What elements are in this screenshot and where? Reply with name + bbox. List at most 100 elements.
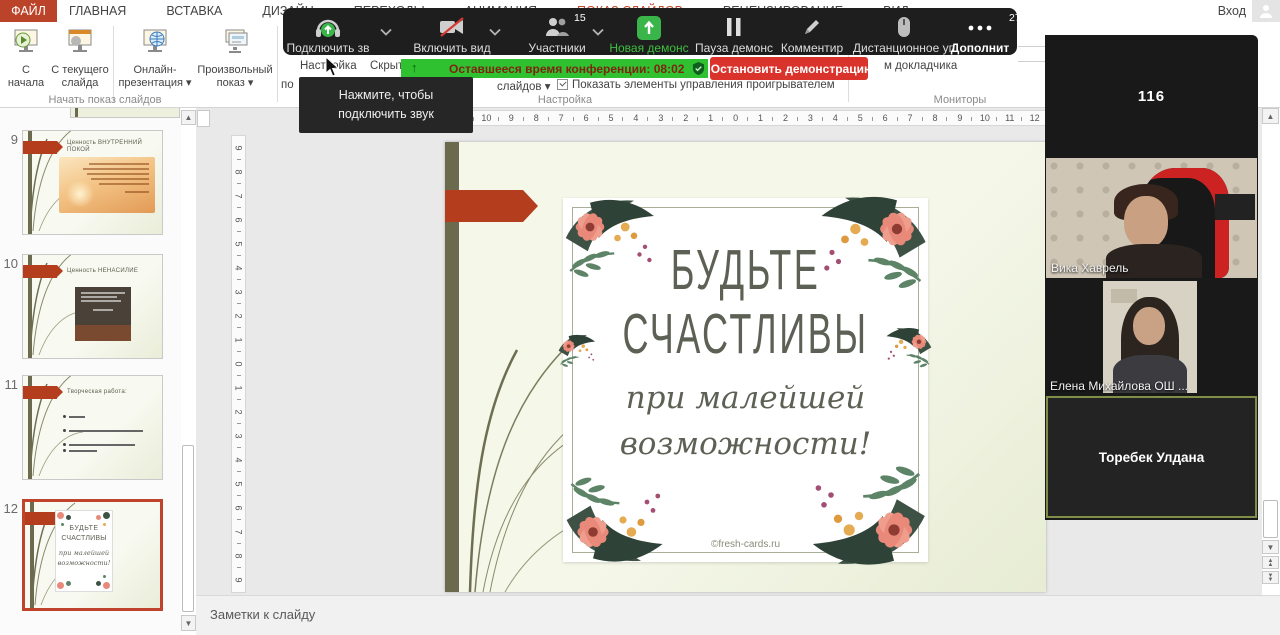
hruler-mark: 6 bbox=[873, 111, 898, 125]
main-scrollbar-thumb[interactable] bbox=[1263, 500, 1278, 538]
zoom-join-audio-label: Подключить зв bbox=[286, 41, 369, 55]
vruler-mark: 9 bbox=[232, 136, 245, 160]
mouse-icon bbox=[897, 16, 911, 41]
setup-show-button[interactable]: Настройка bbox=[300, 60, 357, 72]
account-avatar[interactable] bbox=[1252, 0, 1280, 22]
main-scroll-down-button[interactable]: ▼ bbox=[1262, 540, 1279, 554]
thumb-title: Ценность НЕНАСИЛИЕ bbox=[67, 268, 159, 275]
hruler-mark: 5 bbox=[848, 111, 873, 125]
ribbon-button-с-текущего[interactable]: С текущегослайда bbox=[48, 26, 112, 90]
thumbs-scroll-down-button[interactable]: ▼ bbox=[181, 615, 196, 631]
tab-вставка[interactable]: ВСТАВКА bbox=[156, 0, 232, 22]
next-slide-button[interactable]: ▼▼ bbox=[1262, 571, 1279, 584]
shield-check-icon bbox=[692, 62, 705, 75]
custom-screen-icon bbox=[194, 28, 276, 60]
presenter-mode-label-part[interactable]: м докладчика bbox=[884, 60, 957, 72]
thumb-photo bbox=[59, 157, 155, 213]
vruler-mark: 6 bbox=[232, 496, 245, 520]
hruler-mark: 2 bbox=[773, 111, 798, 125]
thumb-bullet bbox=[69, 444, 135, 446]
zoom-more-label: Дополнит bbox=[951, 41, 1009, 55]
hruler-mark: 2 bbox=[673, 111, 698, 125]
hruler-mark: 3 bbox=[648, 111, 673, 125]
hruler-mark: 10 bbox=[972, 111, 997, 125]
chevron-down-icon[interactable] bbox=[380, 25, 392, 39]
player-controls-checkbox[interactable]: Показать элементы управления проигрывате… bbox=[557, 79, 835, 91]
thumbnail-slide-10[interactable]: Ценность НЕНАСИЛИЕ bbox=[22, 254, 163, 359]
meeting-timer-text: Оставшееся время конференции: 08:02 bbox=[449, 62, 684, 76]
hruler-mark: 8 bbox=[923, 111, 948, 125]
current-screen-icon bbox=[48, 28, 112, 60]
horizontal-ruler: 11109876543210123456789101112 bbox=[448, 110, 1048, 126]
thumbnail-slide-8-partial[interactable] bbox=[70, 108, 180, 118]
video-tile-1[interactable]: Вика Хаврель bbox=[1046, 158, 1257, 278]
tooltip-line2: подключить звук bbox=[338, 105, 434, 124]
hruler-mark: 7 bbox=[898, 111, 923, 125]
vruler-mark: 0 bbox=[232, 352, 245, 376]
dots-icon bbox=[967, 22, 993, 36]
thumb-bullet bbox=[69, 450, 97, 452]
hruler-mark: 3 bbox=[798, 111, 823, 125]
stop-share-button[interactable]: Остановить демонстрацию bbox=[710, 57, 868, 80]
zoom-annotate-label: Комментир bbox=[781, 41, 843, 55]
ribbon-separator bbox=[113, 26, 114, 102]
participant2-name: Елена Михайлова ОШ ... bbox=[1050, 379, 1188, 393]
vruler-mark: 5 bbox=[232, 472, 245, 496]
meeting-side-panel: 116 Вика Хаврель Елена Михайлова ОШ ... … bbox=[1045, 35, 1258, 520]
card-title-line1: БУДЬТЕ bbox=[596, 239, 895, 303]
vruler-mark: 9 bbox=[232, 568, 245, 592]
ribbon-button-произвольный[interactable]: Произвольныйпоказ ▾ bbox=[194, 26, 276, 90]
chevron-down-icon[interactable] bbox=[489, 25, 501, 39]
thumb-red-tag bbox=[23, 386, 57, 399]
thumbnail-slide-11[interactable]: Творческая работа: bbox=[22, 375, 163, 480]
vruler-mark: 2 bbox=[232, 400, 245, 424]
participant1-name: Вика Хаврель bbox=[1051, 261, 1128, 275]
vruler-mark: 1 bbox=[232, 376, 245, 400]
tab-главная[interactable]: ГЛАВНАЯ bbox=[59, 0, 136, 22]
vruler-mark: 2 bbox=[232, 304, 245, 328]
tab-файл[interactable]: ФАЙЛ bbox=[0, 0, 57, 22]
thumb-title: Творческая работа: bbox=[67, 389, 159, 396]
thumbnail-slide-9[interactable]: Ценность ВНУТРЕННИЙ ПОКОЙ bbox=[22, 130, 163, 235]
thumbs-scrollbar-thumb[interactable] bbox=[182, 445, 194, 612]
ribbon-button-онлайн-[interactable]: Онлайн-презентация ▾ bbox=[118, 26, 192, 90]
main-scroll-up-button[interactable]: ▲ bbox=[1262, 108, 1279, 124]
hruler-mark: 7 bbox=[549, 111, 574, 125]
vruler-mark: 5 bbox=[232, 232, 245, 256]
sign-in-link[interactable]: Вход bbox=[1218, 4, 1246, 18]
video2-face bbox=[1133, 307, 1165, 345]
slide-canvas[interactable]: БУДЬТЕ СЧАСТЛИВЫ при малейшей возможност… bbox=[445, 142, 1046, 592]
name-tile-3[interactable]: Торебек Улдана bbox=[1046, 396, 1257, 518]
thumbs-scroll-up-button[interactable]: ▲ bbox=[181, 110, 196, 125]
vruler-mark: 8 bbox=[232, 160, 245, 184]
group-label-monitors: Мониторы bbox=[918, 94, 1002, 106]
thumbnail-slide-12[interactable]: БУДЬТЕСЧАСТЛИВЫпри малейшейвозможности! bbox=[22, 499, 163, 611]
thumb-title: Ценность ВНУТРЕННИЙ ПОКОЙ bbox=[67, 140, 159, 154]
zoom-more-button[interactable]: Дополнит27 bbox=[925, 8, 1035, 55]
thumb-image bbox=[75, 287, 131, 341]
video-tile-2[interactable] bbox=[1103, 281, 1197, 393]
setup-show-label-part: по bbox=[281, 79, 294, 91]
vruler-mark: 4 bbox=[232, 448, 245, 472]
thumb-bullet bbox=[69, 430, 143, 432]
slide-floral-card[interactable]: БУДЬТЕ СЧАСТЛИВЫ при малейшей возможност… bbox=[563, 198, 928, 562]
previous-slide-button[interactable]: ▲▲ bbox=[1262, 556, 1279, 569]
thumbnail-number-9: 9 bbox=[0, 132, 18, 147]
zoom-participants-badge: 15 bbox=[574, 12, 586, 24]
zoom-participants-label: Участники bbox=[528, 41, 585, 55]
hruler-mark: 0 bbox=[723, 111, 748, 125]
zoom-join-audio-button[interactable]: Подключить зв bbox=[273, 8, 383, 55]
notes-bar[interactable]: Заметки к слайду bbox=[196, 595, 1280, 635]
zoom-start-video-label: Включить вид bbox=[413, 41, 490, 55]
ribbon-button-с[interactable]: Сначала bbox=[6, 26, 46, 90]
slide-red-tag bbox=[445, 190, 523, 222]
hide-slide-button[interactable]: Скрыт bbox=[370, 60, 403, 72]
vruler-mark: 7 bbox=[232, 520, 245, 544]
zoom-toolbar: Подключить зв Включить вид Участники 15 Нова… bbox=[283, 8, 1017, 55]
pencil-icon bbox=[801, 16, 823, 41]
group-label-setup: Настройка bbox=[520, 94, 610, 106]
vruler-mark: 1 bbox=[232, 328, 245, 352]
record-slideshow-label-part[interactable]: слайдов ▾ bbox=[497, 79, 550, 93]
stop-share-label: Остановить демонстрацию bbox=[711, 62, 874, 76]
zoom-new-share-label: Новая демонс bbox=[609, 41, 688, 55]
